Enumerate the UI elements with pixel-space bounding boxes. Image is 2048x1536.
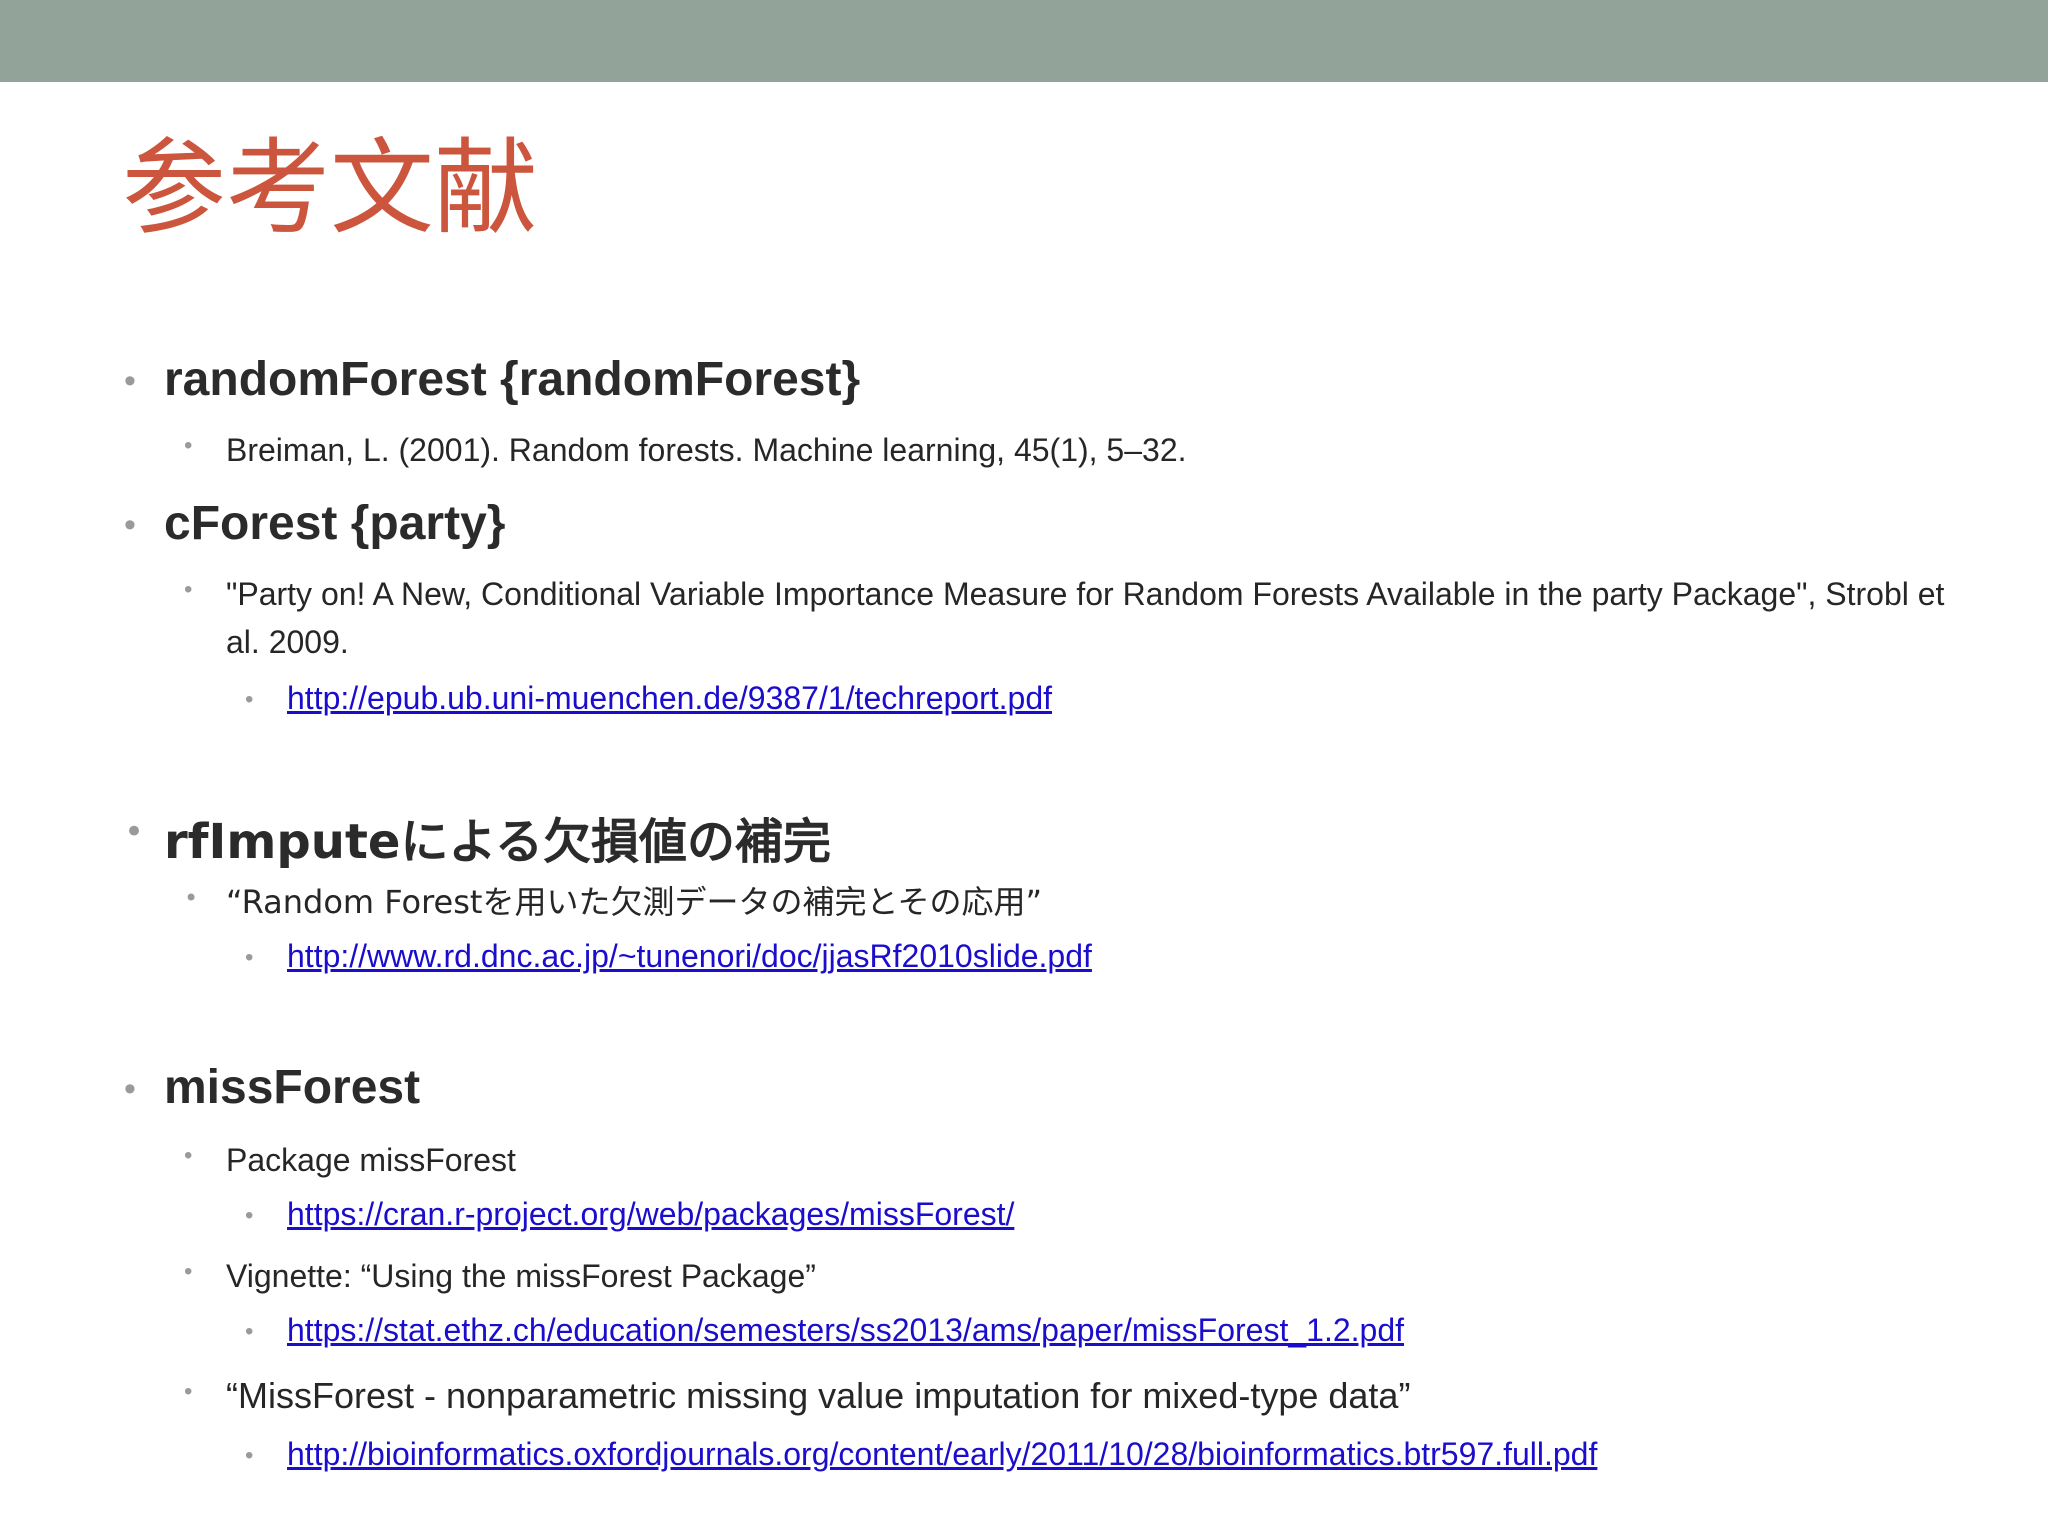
reference-link-item: • http://epub.ub.uni-muenchen.de/9387/1/… <box>245 680 1052 717</box>
reference-item: • Vignette: “Using the missForest Packag… <box>184 1252 1986 1300</box>
bullet-icon: • <box>184 1142 193 1169</box>
reference-link[interactable]: https://stat.ethz.ch/education/semesters… <box>287 1312 1404 1349</box>
section-heading: missForest <box>164 1061 421 1114</box>
reference-text: "Party on! A New, Conditional Variable I… <box>226 576 1945 660</box>
reference-item: • “Random Forestを用いた欠測データの補完とその応用” <box>184 878 1986 926</box>
section-heading: randomForest {randomForest} <box>164 353 861 406</box>
section-heading: rfImputeによる欠損値の補完 <box>164 814 832 870</box>
reference-link[interactable]: https://cran.r-project.org/web/packages/… <box>287 1196 1014 1233</box>
reference-text: Vignette: “Using the missForest Package” <box>226 1258 816 1294</box>
reference-link-item: • https://stat.ethz.ch/education/semeste… <box>245 1312 1404 1349</box>
section-heading-cforest: • cForest {party} <box>124 496 505 551</box>
reference-text: Breiman, L. (2001). Random forests. Mach… <box>226 432 1187 468</box>
bullet-icon: • <box>184 1378 193 1405</box>
reference-item: • Package missForest <box>184 1136 1986 1184</box>
bullet-icon: • <box>184 884 199 912</box>
reference-item: • “MissForest - nonparametric missing va… <box>184 1372 1986 1420</box>
section-heading-missforest: • missForest <box>124 1060 420 1115</box>
section-heading-randomforest: • randomForest {randomForest} <box>124 352 860 407</box>
reference-link-item: • http://bioinformatics.oxfordjournals.o… <box>245 1436 1597 1473</box>
reference-link[interactable]: http://bioinformatics.oxfordjournals.org… <box>287 1436 1597 1473</box>
bullet-icon: • <box>184 576 193 603</box>
bullet-icon: • <box>245 1442 254 1469</box>
reference-item: • Breiman, L. (2001). Random forests. Ma… <box>184 426 1986 474</box>
reference-link[interactable]: http://www.rd.dnc.ac.jp/~tunenori/doc/jj… <box>287 938 1092 975</box>
reference-text: Package missForest <box>226 1142 516 1178</box>
reference-text: “Random Forestを用いた欠測データの補完とその応用” <box>226 883 1043 921</box>
bullet-icon: • <box>124 1070 136 1108</box>
bullet-icon: • <box>245 1318 254 1345</box>
reference-link-item: • http://www.rd.dnc.ac.jp/~tunenori/doc/… <box>245 938 1092 975</box>
bullet-icon: • <box>124 812 145 852</box>
bullet-icon: • <box>184 1258 193 1285</box>
section-heading: cForest {party} <box>164 497 506 550</box>
reference-link-item: • https://cran.r-project.org/web/package… <box>245 1196 1014 1233</box>
section-heading-rfimpute: • rfImputeによる欠損値の補完 <box>124 802 831 872</box>
reference-item: • "Party on! A New, Conditional Variable… <box>184 570 1986 666</box>
bullet-icon: • <box>184 432 193 459</box>
bullet-icon: • <box>124 362 136 400</box>
bullet-icon: • <box>245 1202 254 1229</box>
reference-list: • randomForest {randomForest} • Breiman,… <box>0 0 2048 1536</box>
bullet-icon: • <box>124 506 136 544</box>
bullet-icon: • <box>245 944 254 971</box>
reference-link[interactable]: http://epub.ub.uni-muenchen.de/9387/1/te… <box>287 680 1052 717</box>
bullet-icon: • <box>245 686 254 713</box>
reference-text: “MissForest - nonparametric missing valu… <box>226 1375 1411 1416</box>
